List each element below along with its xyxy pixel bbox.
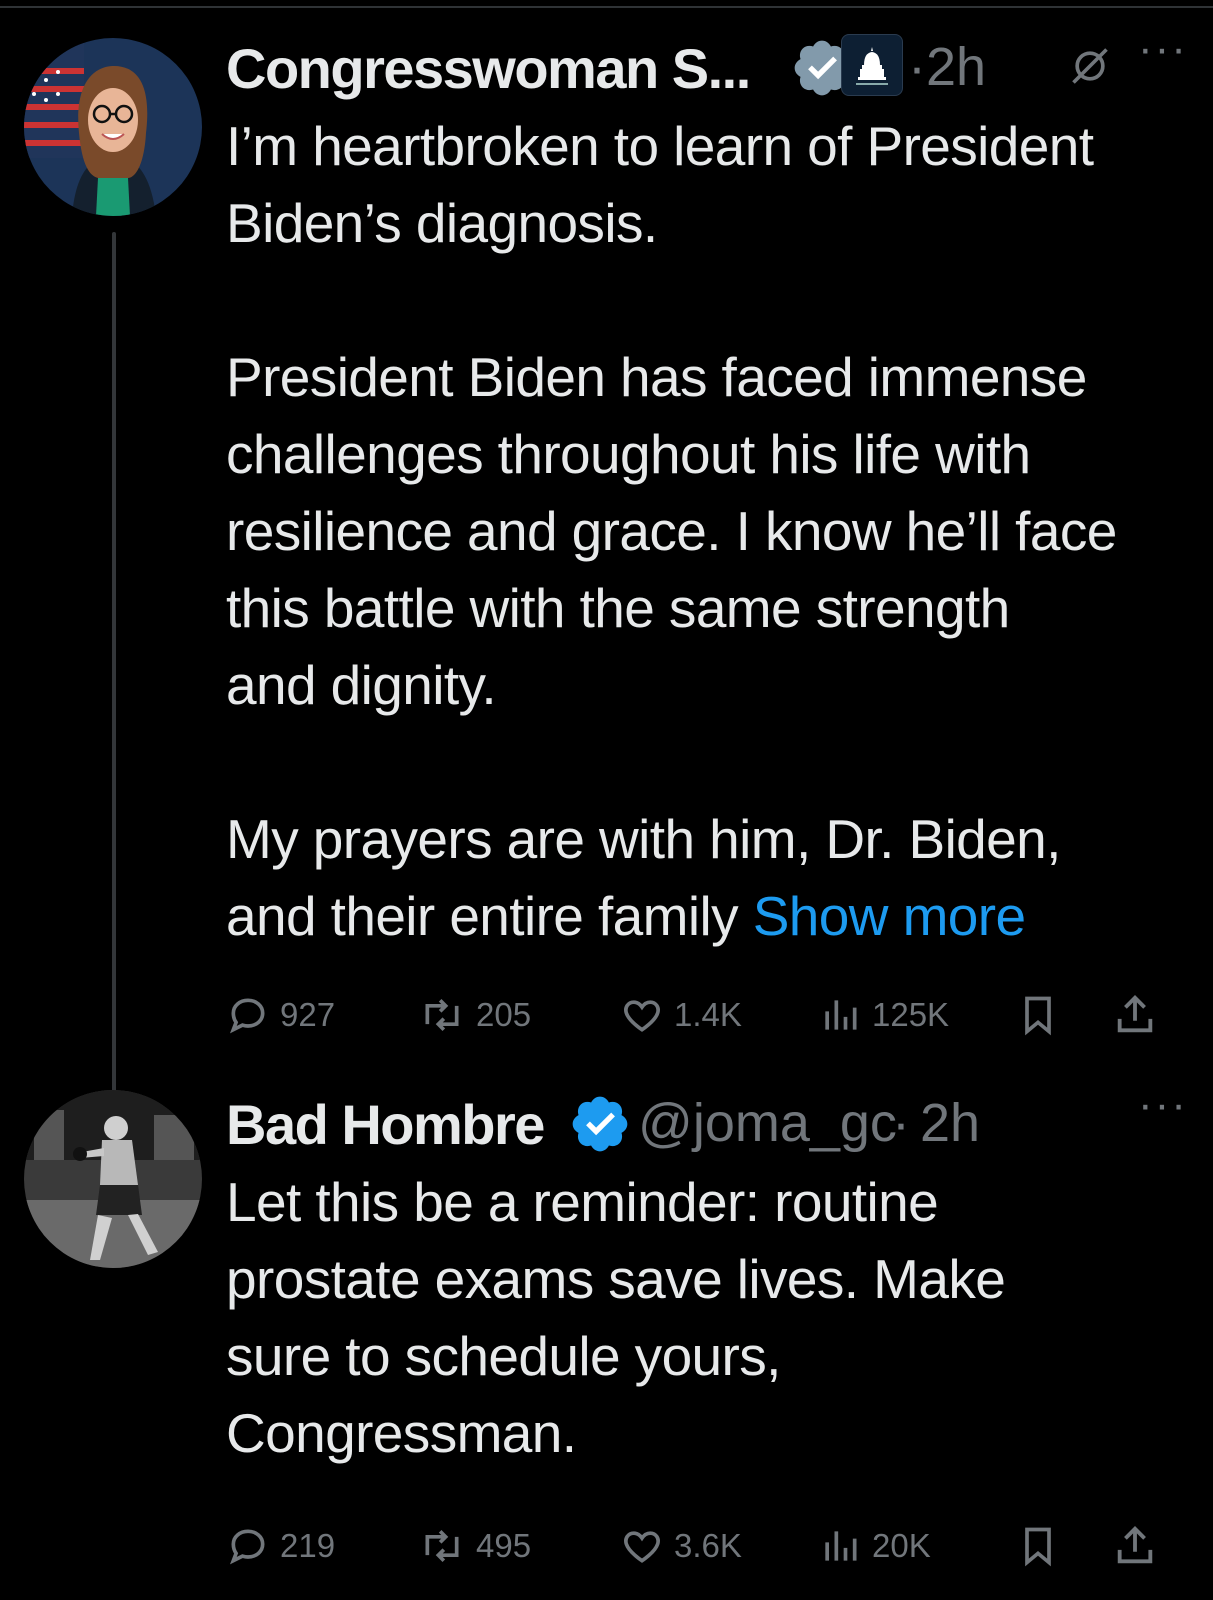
views-icon bbox=[825, 1000, 857, 1030]
repost-count: 205 bbox=[476, 996, 532, 1033]
share-button[interactable] bbox=[1112, 1516, 1168, 1576]
reply-count: 927 bbox=[280, 996, 336, 1033]
text-line: Congressman. bbox=[226, 1402, 577, 1464]
bookmark-button[interactable] bbox=[1016, 985, 1070, 1045]
tweet-actions: 927 205 1.4K 125K bbox=[226, 985, 1186, 1045]
repost-count: 495 bbox=[476, 1527, 532, 1564]
tweet-congresswoman[interactable]: Congresswoman S... · 2h ··· I’m heartbro… bbox=[226, 24, 1186, 1045]
reply-icon bbox=[229, 1529, 265, 1565]
views-button[interactable]: 20K bbox=[818, 1516, 931, 1576]
reply-icon bbox=[229, 998, 265, 1034]
reply-button[interactable]: 927 bbox=[226, 985, 335, 1045]
grok-icon[interactable] bbox=[1068, 44, 1112, 88]
repost-icon bbox=[425, 1530, 459, 1562]
text-line: Biden’s diagnosis. bbox=[226, 192, 658, 254]
like-button[interactable]: 1.4K bbox=[620, 985, 742, 1045]
capitol-house-democrats-icon[interactable] bbox=[841, 34, 903, 96]
like-count: 3.6K bbox=[674, 1527, 742, 1564]
repost-button[interactable]: 205 bbox=[418, 985, 531, 1045]
separator-dot: · bbox=[892, 1093, 910, 1153]
share-button[interactable] bbox=[1112, 985, 1168, 1045]
views-icon bbox=[825, 1531, 857, 1561]
text-line: Let this be a reminder: routine bbox=[226, 1171, 939, 1233]
top-divider bbox=[0, 6, 1213, 8]
display-name[interactable]: Bad Hombre bbox=[226, 1092, 545, 1157]
tweet-header: Congresswoman S... · 2h ··· bbox=[226, 24, 1186, 102]
avatar-bad-hombre[interactable] bbox=[24, 1090, 202, 1268]
text-line: resilience and grace. I know he’ll face bbox=[226, 500, 1117, 562]
display-name[interactable]: Congresswoman S... bbox=[226, 36, 751, 101]
share-icon bbox=[1117, 995, 1153, 1033]
tweet-actions: 219 495 3.6K 20K bbox=[226, 1516, 1186, 1576]
repost-icon bbox=[425, 999, 459, 1031]
reply-count: 219 bbox=[280, 1527, 336, 1564]
text-line: challenges throughout his life with bbox=[226, 423, 1031, 485]
view-count: 125K bbox=[872, 996, 950, 1033]
timestamp[interactable]: 2h bbox=[926, 36, 986, 98]
text-line: this battle with the same strength bbox=[226, 577, 1010, 639]
text-line: prostate exams save lives. Make bbox=[226, 1248, 1006, 1310]
views-button[interactable]: 125K bbox=[818, 985, 949, 1045]
thread-connector-line bbox=[112, 232, 116, 1100]
view-count: 20K bbox=[872, 1527, 931, 1564]
bookmark-button[interactable] bbox=[1016, 1516, 1070, 1576]
user-handle[interactable]: @joma_gc bbox=[638, 1092, 897, 1154]
repost-button[interactable]: 495 bbox=[418, 1516, 531, 1576]
text-line: My prayers are with him, Dr. Biden, bbox=[226, 808, 1061, 870]
share-icon bbox=[1117, 1526, 1153, 1564]
heart-icon bbox=[624, 1531, 660, 1563]
more-options-icon[interactable]: ··· bbox=[1138, 1080, 1188, 1130]
text-line: and their entire family bbox=[226, 885, 739, 947]
reply-button[interactable]: 219 bbox=[226, 1516, 335, 1576]
tweet-text: I’m heartbroken to learn of President Bi… bbox=[226, 108, 1186, 955]
bookmark-icon bbox=[1025, 996, 1051, 1036]
verified-badge-icon[interactable] bbox=[568, 1092, 632, 1156]
tweet-bad-hombre[interactable]: Bad Hombre @joma_gc · 2h ··· Let this be… bbox=[226, 1080, 1186, 1576]
text-line: President Biden has faced immense bbox=[226, 346, 1087, 408]
tweet-header: Bad Hombre @joma_gc · 2h ··· bbox=[226, 1080, 1186, 1158]
tweet-text: Let this be a reminder: routine prostate… bbox=[226, 1164, 1186, 1472]
heart-icon bbox=[624, 1000, 660, 1032]
like-button[interactable]: 3.6K bbox=[620, 1516, 742, 1576]
text-line: I’m heartbroken to learn of President bbox=[226, 115, 1094, 177]
text-line: and dignity. bbox=[226, 654, 497, 716]
like-count: 1.4K bbox=[674, 996, 742, 1033]
more-options-icon[interactable]: ··· bbox=[1138, 24, 1188, 74]
show-more-link[interactable]: Show more bbox=[753, 885, 1026, 947]
text-line: sure to schedule yours, bbox=[226, 1325, 781, 1387]
avatar-congresswoman[interactable] bbox=[24, 38, 202, 216]
bookmark-icon bbox=[1025, 1527, 1051, 1567]
separator-dot: · bbox=[908, 37, 926, 97]
timestamp[interactable]: 2h bbox=[920, 1092, 980, 1154]
